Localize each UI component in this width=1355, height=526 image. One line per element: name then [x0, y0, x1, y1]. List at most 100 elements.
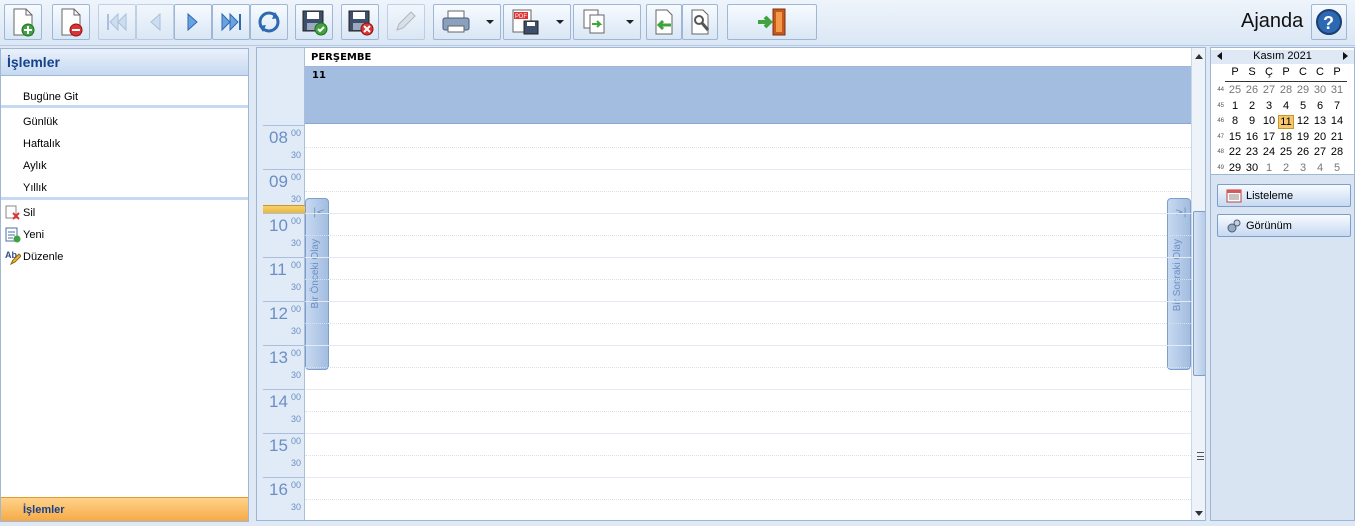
calendar-day[interactable]: 18: [1278, 131, 1294, 143]
view-yearly-link[interactable]: Yıllık: [23, 182, 47, 194]
time-slot[interactable]: [305, 235, 1191, 236]
calendar-day[interactable]: 1: [1227, 100, 1243, 112]
listing-button[interactable]: Listeleme: [1217, 184, 1351, 207]
calendar-next-month-arrow[interactable]: [1343, 52, 1348, 60]
time-slot[interactable]: [305, 257, 1191, 258]
calendar-day[interactable]: 23: [1244, 146, 1260, 158]
calendar-day[interactable]: 2: [1244, 100, 1260, 112]
mini-calendar[interactable]: Kasım 2021 P S Ç P C C P 44 25 26 27 28 29 30 31 45 1 2 3 4…: [1211, 48, 1354, 175]
new-button[interactable]: [4, 4, 42, 40]
edit-button[interactable]: [387, 4, 425, 40]
pdf-export-button[interactable]: PDF: [503, 4, 571, 40]
delete-button[interactable]: [52, 4, 90, 40]
copy-dropdown-arrow[interactable]: [626, 20, 634, 24]
calendar-day[interactable]: 26: [1295, 146, 1311, 158]
calendar-day[interactable]: 5: [1295, 100, 1311, 112]
time-slot[interactable]: [305, 169, 1191, 170]
calendar-day[interactable]: 26: [1244, 84, 1260, 96]
scroll-thumb[interactable]: [1193, 211, 1205, 460]
all-day-area[interactable]: 11: [305, 67, 1191, 124]
calendar-prev-month-arrow[interactable]: [1217, 52, 1222, 60]
refresh-button[interactable]: [250, 4, 288, 40]
calendar-day[interactable]: 14: [1329, 115, 1345, 127]
first-record-button[interactable]: [98, 4, 136, 40]
print-button[interactable]: [433, 4, 501, 40]
time-slot[interactable]: [305, 191, 1191, 192]
time-slot[interactable]: [305, 147, 1191, 148]
search-settings-button[interactable]: [682, 4, 718, 40]
go-to-today-link[interactable]: Bugüne Git: [23, 91, 78, 103]
time-slot[interactable]: [305, 345, 1191, 346]
view-weekly-link[interactable]: Haftalık: [23, 138, 60, 150]
calendar-day[interactable]: 1: [1261, 162, 1277, 174]
time-slot[interactable]: [305, 389, 1191, 390]
save-close-button[interactable]: [341, 4, 379, 40]
calendar-day[interactable]: 31: [1329, 84, 1345, 96]
view-monthly-link[interactable]: Aylık: [23, 160, 47, 172]
copy-button[interactable]: [573, 4, 641, 40]
new-action[interactable]: Yeni: [5, 227, 44, 243]
calendar-day[interactable]: 21: [1329, 131, 1345, 143]
calendar-day[interactable]: 3: [1295, 162, 1311, 174]
calendar-day[interactable]: 28: [1278, 84, 1294, 96]
last-record-button[interactable]: [212, 4, 250, 40]
calendar-day[interactable]: 8: [1227, 115, 1243, 127]
next-record-button[interactable]: [174, 4, 212, 40]
scroll-up-arrow[interactable]: [1195, 54, 1203, 59]
calendar-day[interactable]: 20: [1312, 131, 1328, 143]
time-slot[interactable]: [305, 367, 1191, 368]
calendar-day[interactable]: 25: [1278, 146, 1294, 158]
time-slot[interactable]: [305, 455, 1191, 456]
time-slot[interactable]: [305, 323, 1191, 324]
time-slot[interactable]: [305, 433, 1191, 434]
calendar-day[interactable]: 29: [1227, 162, 1243, 174]
actions-panel-footer-tab[interactable]: İşlemler: [1, 497, 248, 521]
time-slot[interactable]: [305, 499, 1191, 500]
time-slot[interactable]: [305, 477, 1191, 478]
calendar-day[interactable]: 15: [1227, 131, 1243, 143]
calendar-day[interactable]: 9: [1244, 115, 1260, 127]
save-button[interactable]: [295, 4, 333, 40]
calendar-day[interactable]: 30: [1244, 162, 1260, 174]
calendar-day[interactable]: 12: [1295, 115, 1311, 127]
vertical-scrollbar[interactable]: [1191, 48, 1205, 520]
back-button[interactable]: [646, 4, 682, 40]
calendar-day[interactable]: 27: [1261, 84, 1277, 96]
calendar-day[interactable]: 19: [1295, 131, 1311, 143]
calendar-day[interactable]: 2: [1278, 162, 1294, 174]
calendar-day[interactable]: 10: [1261, 115, 1277, 127]
calendar-day[interactable]: 11: [1278, 115, 1294, 129]
view-daily-link[interactable]: Günlük: [23, 116, 58, 128]
calendar-day[interactable]: 16: [1244, 131, 1260, 143]
calendar-day[interactable]: 28: [1329, 146, 1345, 158]
calendar-day[interactable]: 13: [1312, 115, 1328, 127]
time-slot[interactable]: [305, 301, 1191, 302]
calendar-day[interactable]: 25: [1227, 84, 1243, 96]
view-settings-button[interactable]: Görünüm: [1217, 214, 1351, 237]
calendar-day[interactable]: 24: [1261, 146, 1277, 158]
delete-action[interactable]: Sil: [5, 205, 35, 221]
time-slot[interactable]: [305, 279, 1191, 280]
calendar-day[interactable]: 22: [1227, 146, 1243, 158]
time-slot[interactable]: [305, 411, 1191, 412]
exit-button[interactable]: [727, 4, 817, 40]
previous-record-button[interactable]: [136, 4, 174, 40]
calendar-day[interactable]: 30: [1312, 84, 1328, 96]
back-icon: [655, 9, 673, 35]
time-slot[interactable]: [305, 213, 1191, 214]
print-dropdown-arrow[interactable]: [486, 20, 494, 24]
edit-action[interactable]: Ab Düzenle: [5, 249, 63, 265]
day-scheduler[interactable]: PERŞEMBE 11 |< Bir Önceki Olay >| Bir So…: [256, 47, 1206, 521]
calendar-day[interactable]: 7: [1329, 100, 1345, 112]
calendar-day[interactable]: 4: [1312, 162, 1328, 174]
calendar-day[interactable]: 17: [1261, 131, 1277, 143]
calendar-day[interactable]: 27: [1312, 146, 1328, 158]
scroll-down-arrow[interactable]: [1195, 511, 1203, 516]
calendar-day[interactable]: 4: [1278, 100, 1294, 112]
help-button[interactable]: ?: [1311, 4, 1347, 40]
pdf-export-dropdown-arrow[interactable]: [556, 20, 564, 24]
calendar-day[interactable]: 3: [1261, 100, 1277, 112]
calendar-day[interactable]: 29: [1295, 84, 1311, 96]
calendar-day[interactable]: 5: [1329, 162, 1345, 174]
calendar-day[interactable]: 6: [1312, 100, 1328, 112]
